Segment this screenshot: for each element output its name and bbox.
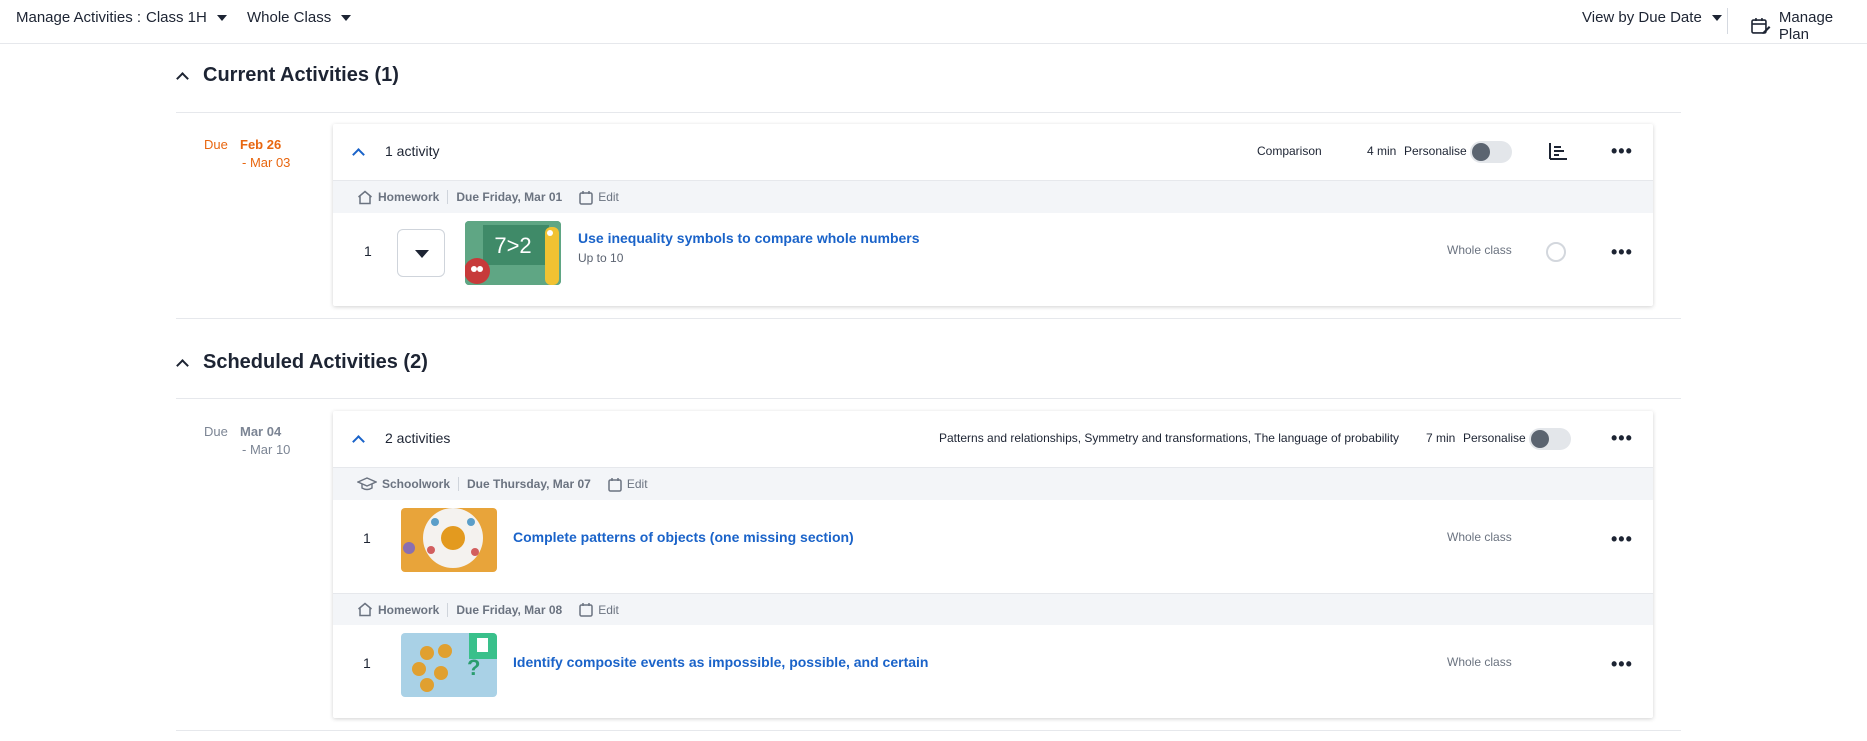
duration-label: 4 min [1367,144,1397,158]
activity-subtitle: Up to 10 [578,251,624,265]
scheduled-section-title: Scheduled Activities (2) [203,351,428,373]
due-label: Due [204,424,228,439]
strand-label: Patterns and relationships, Symmetry and… [939,431,1400,445]
class-select[interactable]: Class 1H [146,9,227,26]
calendar-icon [579,603,593,617]
activity-number: 1 [364,243,372,259]
caret-down-icon [341,15,352,21]
view-by-value: View by Due Date [1582,9,1702,26]
divider [176,730,1681,731]
activity-card: 2 activities Patterns and relationships,… [333,411,1653,718]
completion-status-icon [1546,242,1566,262]
toggle-knob [1472,143,1490,161]
activity-number: 1 [363,530,371,546]
assigned-to-label: Whole class [1447,655,1512,669]
divider [176,112,1681,113]
due-end-date: - Mar 03 [242,155,291,170]
due-label: Due [204,137,228,152]
top-bar: Manage Activities : Class 1H Whole Class… [0,0,1867,44]
more-options-icon[interactable]: ••• [1611,429,1633,447]
strand-label: Comparison [1257,144,1322,158]
divider [176,318,1681,319]
due-start-date: Feb 26 [240,137,282,152]
home-icon [358,190,372,204]
group-select[interactable]: Whole Class [247,9,352,26]
group-meta-row: Homework Due Friday, Mar 08 Edit [333,593,1653,625]
calendar-icon [608,477,622,492]
activity-thumbnail[interactable]: ? [401,633,497,697]
group-type: Homework [378,602,440,617]
separator [458,477,460,491]
duration-label: 7 min [1426,431,1456,445]
report-icon[interactable] [1548,142,1568,160]
assigned-to-label: Whole class [1447,243,1512,257]
assigned-to-label: Whole class [1447,530,1512,544]
caret-down-icon [415,250,429,258]
calendar-icon [579,190,593,205]
thumbnail-image: ? [401,633,497,697]
manage-activities-label: Manage Activities : [16,9,142,26]
activity-thumbnail[interactable]: 7>2 [465,221,561,285]
separator [447,190,449,204]
activity-thumbnail[interactable] [401,508,497,572]
more-options-icon[interactable]: ••• [1611,530,1633,548]
activity-number: 1 [363,655,371,671]
chevron-up-icon [176,358,189,372]
thumbnail-image [401,508,497,572]
group-meta-row: Schoolwork Due Thursday, Mar 07 Edit [333,468,1653,500]
edit-link[interactable]: Edit [627,477,648,491]
divider [176,398,1681,399]
due-end-date: - Mar 10 [242,442,291,457]
group-type: Schoolwork [382,477,451,491]
personalise-toggle[interactable] [1470,141,1512,163]
personalise-toggle[interactable] [1529,428,1571,450]
toggle-knob [1531,430,1549,448]
view-by-select[interactable]: View by Due Date [1582,9,1722,26]
group-meta-row: Homework Due Friday, Mar 01 Edit [333,181,1653,213]
card-header: 1 activity Comparison 4 min Personalise … [333,124,1653,181]
activity-title-link[interactable]: Use inequality symbols to compare whole … [578,230,920,246]
activity-count: 1 activity [385,143,440,159]
group-due: Due Friday, Mar 08 [456,602,563,617]
caret-down-icon [1711,15,1722,21]
due-start-date: Mar 04 [240,424,282,439]
home-icon [358,602,372,617]
divider [1727,8,1728,34]
activity-card: 1 activity Comparison 4 min Personalise … [333,124,1653,306]
group-type: Homework [378,190,440,204]
personalise-label: Personalise [1463,431,1526,445]
edit-link[interactable]: Edit [598,190,619,204]
thumbnail-text: 7>2 [494,233,531,258]
calendar-edit-icon [1751,18,1771,34]
class-select-value: Class 1H [146,9,207,26]
thumbnail-image: 7>2 [465,221,561,285]
group-due: Due Thursday, Mar 07 [467,477,591,491]
caret-down-icon [216,15,227,21]
more-options-icon[interactable]: ••• [1611,142,1633,160]
manage-plan-label: Manage Plan [1778,9,1834,43]
chevron-up-icon[interactable] [352,435,365,448]
graduation-cap-icon [357,476,377,490]
activity-row: 1 Complete patterns of objects (one miss… [333,500,1653,593]
section-toggle-scheduled[interactable]: Scheduled Activities (2) [176,351,428,374]
activity-title-link[interactable]: Complete patterns of objects (one missin… [513,529,854,545]
card-header: 2 activities Patterns and relationships,… [333,411,1653,468]
chevron-up-icon [176,71,189,85]
group-due: Due Friday, Mar 01 [456,190,563,204]
separator [447,602,449,617]
edit-link[interactable]: Edit [598,603,619,617]
section-toggle-current[interactable]: Current Activities (1) [176,64,399,87]
current-section-title: Current Activities (1) [203,64,399,86]
personalise-label: Personalise [1404,144,1467,158]
group-select-value: Whole Class [247,9,332,26]
chevron-up-icon[interactable] [352,148,365,161]
more-options-icon[interactable]: ••• [1611,243,1633,261]
activity-row: 1 ? Identify composite events as impossi… [333,625,1653,718]
manage-plan-button[interactable]: Manage Plan [1751,9,1867,43]
expand-activity-button[interactable] [397,229,445,277]
activity-row: 1 7>2 Use inequality symbols to compare … [333,213,1653,306]
more-options-icon[interactable]: ••• [1611,655,1633,673]
activity-title-link[interactable]: Identify composite events as impossible,… [513,654,928,670]
activity-count: 2 activities [385,430,451,446]
